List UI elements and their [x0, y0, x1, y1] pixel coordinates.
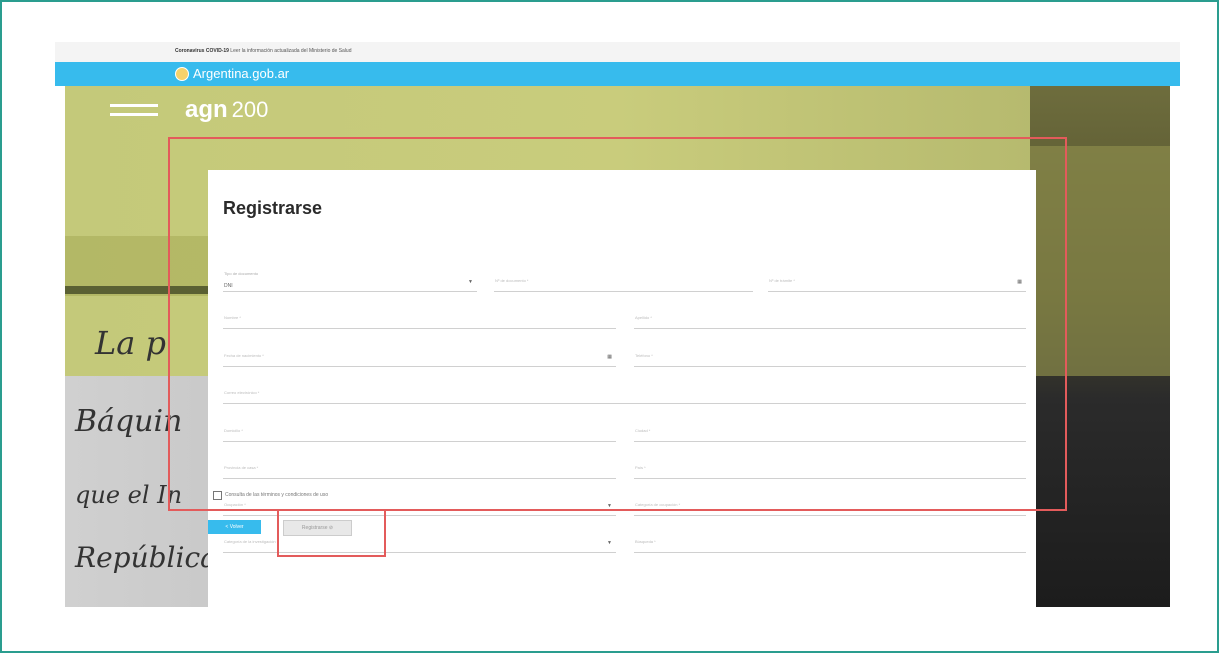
- sun-icon: [175, 66, 189, 81]
- research-label: Búsqueda *: [635, 539, 656, 544]
- hamburger-menu-icon[interactable]: [110, 104, 158, 124]
- agn-brand-name: agn: [185, 96, 228, 123]
- agn-brand[interactable]: agn 200: [185, 96, 268, 124]
- handwriting-4: República: [75, 541, 217, 574]
- covid-banner-bold: Coronavirus COVID-19: [175, 48, 229, 54]
- agn-brand-suffix: 200: [231, 97, 269, 122]
- chevron-down-icon: ▼: [607, 540, 612, 546]
- covid-banner[interactable]: Coronavirus COVID-19 Leer la información…: [55, 42, 1180, 62]
- gov-bar: Argentina.gob.ar: [55, 62, 1180, 86]
- argentina-logo[interactable]: Argentina.gob.ar: [175, 66, 289, 81]
- highlight-form-box: [168, 137, 1067, 511]
- handwriting-1: La p: [95, 324, 166, 362]
- back-button[interactable]: < Volver: [208, 520, 261, 534]
- research-category-label: Categoría de la investigación *: [224, 539, 279, 544]
- covid-banner-text: Leer la información actualizada del Mini…: [230, 48, 352, 54]
- handwriting-2: Báquin: [75, 404, 183, 439]
- highlight-register-box: [277, 509, 386, 557]
- research-input[interactable]: Búsqueda *: [634, 536, 1026, 553]
- handwriting-3: que el In: [75, 481, 183, 509]
- argentina-logo-text: Argentina.gob.ar: [193, 66, 290, 81]
